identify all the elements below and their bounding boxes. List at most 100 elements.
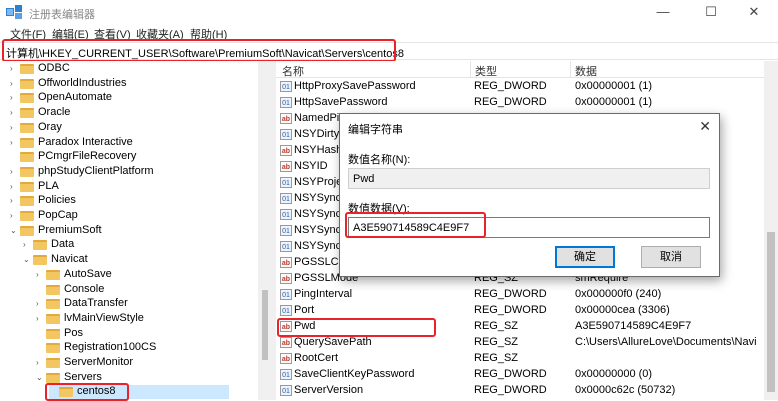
minimize-button[interactable]: —	[640, 0, 686, 24]
registry-tree: › ODBC › OffworldIndustries › OpenAutomate › Or…	[0, 61, 271, 400]
value-name: HttpSavePassword	[294, 96, 388, 108]
tree-item-label: Registration100CS	[64, 341, 157, 354]
value-data: C:\Users\AllureLove\Documents\Navi	[575, 336, 757, 348]
expand-chevron-icon[interactable]: ›	[10, 123, 18, 132]
ok-button[interactable]: 确定	[555, 246, 615, 268]
expand-chevron-icon[interactable]: ›	[23, 240, 31, 249]
expand-chevron-icon[interactable]: ›	[10, 211, 18, 220]
tree-item[interactable]: › ServerMonitor	[36, 356, 216, 370]
expand-chevron-icon[interactable]: ›	[36, 270, 44, 279]
value-name: NSYHash	[294, 144, 343, 156]
expand-chevron-icon[interactable]: ⌄	[36, 373, 44, 382]
folder-icon	[20, 122, 34, 133]
value-type: REG_DWORD	[474, 80, 547, 92]
tree-item[interactable]: › Oracle	[10, 106, 190, 120]
expand-chevron-icon[interactable]: ›	[10, 167, 18, 176]
tree-item[interactable]: › lvMainViewStyle	[36, 312, 216, 326]
tree-item[interactable]: › phpStudyClientPlatform	[10, 165, 190, 179]
tree-item[interactable]: ⌄ Navicat	[23, 253, 203, 267]
header-data[interactable]: 数据	[575, 63, 597, 79]
tree-item-label: OffworldIndustries	[38, 76, 127, 89]
string-value-icon: ab	[280, 337, 292, 348]
value-row[interactable]: 01 HttpSavePassword REG_DWORD 0x00000001 (1…	[276, 95, 766, 111]
tree-item[interactable]: PCmgrFileRecovery	[10, 150, 190, 164]
tree-item[interactable]: › ODBC	[10, 62, 190, 76]
value-name: NSYProje	[294, 176, 343, 188]
expand-chevron-icon[interactable]: ›	[10, 93, 18, 102]
tree-item[interactable]: › PLA	[10, 180, 190, 194]
expand-chevron-icon[interactable]: ›	[10, 79, 18, 88]
tree-item-label: ServerMonitor	[64, 356, 134, 368]
string-value-icon: ab	[280, 257, 292, 268]
tree-item[interactable]: › Policies	[10, 194, 190, 208]
tree-item-label: Policies	[38, 194, 76, 207]
folder-icon	[33, 240, 47, 251]
folder-icon	[20, 64, 34, 74]
cancel-button[interactable]: 取消	[641, 246, 701, 268]
value-name: NSYSync	[294, 208, 342, 220]
expand-chevron-icon[interactable]: ⌄	[10, 226, 18, 235]
tree-item-label: Oray	[38, 120, 62, 133]
tree-item-label: Servers	[64, 370, 102, 383]
close-button[interactable]: ✕	[731, 0, 777, 24]
tree-item[interactable]: › Oray	[10, 121, 190, 135]
string-value-icon: ab	[280, 161, 292, 172]
value-row[interactable]: 01 ServerVersion REG_DWORD 0x0000c62c (5073…	[276, 383, 766, 399]
tree-item[interactable]: › DataTransfer	[36, 297, 216, 311]
value-data-highlight-box	[345, 212, 486, 238]
binary-value-icon: 01	[280, 209, 292, 220]
expand-chevron-icon[interactable]: ›	[36, 314, 44, 323]
expand-chevron-icon[interactable]: ›	[36, 299, 44, 308]
expand-chevron-icon[interactable]: ›	[36, 358, 44, 367]
expand-chevron-icon[interactable]: ⌄	[23, 255, 31, 264]
value-name-field[interactable]	[348, 168, 710, 189]
tree-item[interactable]: Registration100CS	[36, 341, 216, 355]
expand-chevron-icon[interactable]: ›	[10, 196, 18, 205]
value-data: A3E590714589C4E9F7	[575, 320, 692, 332]
value-name: RootCert	[294, 352, 339, 364]
tree-item[interactable]: ⌄ PremiumSoft	[10, 224, 190, 238]
tree-item[interactable]: Pos	[36, 327, 216, 341]
tree-item-label: phpStudyClientPlatform	[38, 164, 154, 177]
column-divider[interactable]	[570, 61, 571, 78]
value-type: REG_SZ	[474, 336, 519, 348]
header-type[interactable]: 类型	[475, 63, 497, 79]
binary-value-icon: 01	[280, 193, 292, 204]
value-row[interactable]: ab QuerySavePath REG_SZ C:\Users\AllureLove…	[276, 335, 766, 351]
value-row[interactable]: 01 Port REG_DWORD 0x00000cea (3306)	[276, 303, 766, 319]
list-scrollbar-thumb[interactable]	[767, 232, 775, 392]
expand-chevron-icon[interactable]: ›	[10, 182, 18, 191]
value-name: NamedPi	[294, 112, 340, 124]
address-highlight-box	[2, 39, 396, 62]
tree-item[interactable]: Console	[36, 283, 216, 297]
value-row[interactable]: 01 PingInterval REG_DWORD 0x000000f0 (240)	[276, 287, 766, 303]
centos8-highlight-box	[45, 383, 129, 401]
dialog-close-icon[interactable]: ✕	[699, 118, 711, 135]
folder-icon	[20, 108, 34, 119]
tree-item[interactable]: › OffworldIndustries	[10, 77, 190, 91]
value-type: REG_DWORD	[474, 96, 547, 108]
string-value-icon: ab	[280, 353, 292, 364]
tree-item[interactable]: › AutoSave	[36, 268, 216, 282]
maximize-button[interactable]: ☐	[688, 0, 734, 24]
expand-chevron-icon[interactable]: ›	[10, 64, 18, 73]
value-name: HttpProxySavePassword	[294, 80, 416, 92]
header-name[interactable]: 名称	[282, 63, 304, 79]
tree-item[interactable]: › PopCap	[10, 209, 190, 223]
tree-scrollbar-thumb[interactable]	[262, 290, 268, 360]
folder-icon	[20, 225, 34, 236]
value-row[interactable]: 01 HttpProxySavePassword REG_DWORD 0x000000…	[276, 79, 766, 95]
value-row[interactable]: 01 SaveClientKeyPassword REG_DWORD 0x000000…	[276, 367, 766, 383]
tree-item[interactable]: › Data	[23, 238, 203, 252]
folder-icon	[46, 269, 60, 280]
value-name: NSYSync	[294, 224, 342, 236]
expand-chevron-icon[interactable]: ›	[10, 108, 18, 117]
folder-icon	[20, 78, 34, 89]
tree-item[interactable]: › Paradox Interactive	[10, 136, 190, 150]
value-data: 0x0000c62c (50732)	[575, 384, 676, 396]
value-row[interactable]: ab RootCert REG_SZ	[276, 351, 766, 367]
column-divider[interactable]	[470, 61, 471, 78]
tree-item[interactable]: › OpenAutomate	[10, 91, 190, 105]
folder-icon	[20, 166, 34, 177]
expand-chevron-icon[interactable]: ›	[10, 138, 18, 147]
